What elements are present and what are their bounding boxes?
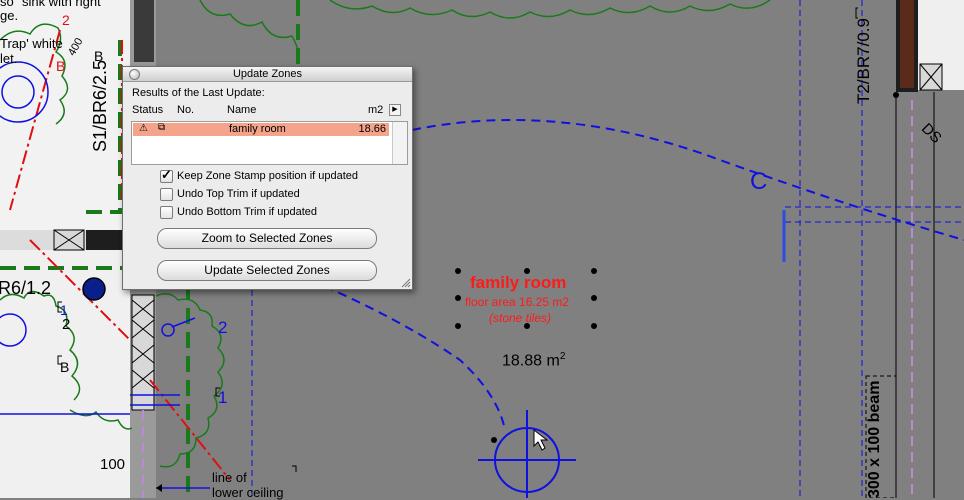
row-area: 18.66	[358, 123, 386, 135]
label-1-a: 1	[60, 302, 68, 318]
label-sink-line2: ge.	[0, 8, 19, 23]
wall-hatch-block	[131, 294, 155, 411]
column-status[interactable]: Status	[132, 104, 163, 116]
undo-bottom-trim-checkbox[interactable]	[160, 206, 173, 219]
results-label: Results of the Last Update:	[132, 87, 265, 99]
keep-stamp-label[interactable]: Keep Zone Stamp position if updated	[177, 170, 358, 182]
zone-floor-area-label: floor area 16.25 m2	[465, 295, 570, 309]
downpipe-symbol	[82, 277, 106, 301]
update-zones-dialog: Update Zones Results of the Last Update:…	[122, 66, 413, 290]
zone-stamp-icon: ⧉	[158, 122, 166, 133]
column-name[interactable]: Name	[227, 104, 256, 116]
undo-bottom-trim-label[interactable]: Undo Bottom Trim if updated	[177, 206, 317, 218]
zone-stamp-handles	[455, 92, 899, 443]
undo-top-trim-checkbox[interactable]	[160, 188, 173, 201]
label-2-a: 2	[62, 316, 71, 333]
label-beam: 300 x 100 beam	[866, 380, 883, 498]
label-b-top: B	[94, 48, 104, 64]
zone-name-label: family room	[470, 273, 567, 292]
list-scrollbar[interactable]	[392, 122, 407, 164]
row-name: family room	[229, 123, 286, 135]
column-no[interactable]: No.	[177, 104, 194, 116]
zoom-to-selected-button[interactable]: Zoom to Selected Zones	[157, 228, 377, 249]
label-ceiling-line1: line of	[212, 470, 247, 485]
label-trap-line2: let.	[0, 51, 18, 66]
checkmark-icon: ✓	[161, 167, 172, 182]
label-1-b: 1	[218, 388, 228, 407]
column-area[interactable]: m2	[368, 104, 383, 116]
label-trap-line1: Trap' white	[0, 36, 63, 51]
keep-stamp-checkbox[interactable]: ✓	[160, 167, 173, 183]
dialog-titlebar[interactable]: Update Zones	[123, 67, 412, 82]
undo-top-trim-label[interactable]: Undo Top Trim if updated	[177, 188, 300, 200]
label-dim-100: 100	[100, 456, 126, 473]
wall-right-inner	[900, 0, 914, 88]
zone-measured-area-unit: 2	[559, 351, 566, 362]
zone-measured-area-value: 18.88 m	[502, 352, 560, 370]
label-2-red: 2	[62, 12, 70, 28]
dialog-title: Update Zones	[232, 68, 303, 80]
ceiling-arrow	[156, 484, 162, 492]
door-swing-arc	[411, 119, 964, 241]
list-item[interactable]: ⚠ ⧉ family room 18.66	[133, 122, 389, 136]
zone-material-label: (stone tiles)	[489, 311, 552, 325]
close-button[interactable]	[129, 69, 140, 80]
column-menu-arrow-icon[interactable]: ▶	[389, 104, 401, 116]
label-b-left: B	[60, 359, 70, 375]
label-b-red: B	[56, 58, 66, 74]
resize-grip-icon[interactable]	[401, 278, 411, 288]
results-list[interactable]: ⚠ ⧉ family room 18.66	[131, 121, 408, 165]
warning-icon: ⚠	[139, 123, 148, 134]
label-s1br: S1/BR6/2.5	[90, 59, 110, 152]
zone-measured-area: 18.88 m2	[502, 351, 565, 370]
label-2-b: 2	[218, 318, 228, 337]
label-r6: R6/1.2	[0, 278, 52, 298]
wall-dark-top	[134, 0, 154, 62]
update-selected-button[interactable]: Update Selected Zones	[157, 260, 377, 281]
section-marker-label: C	[750, 168, 768, 195]
label-t2br: T2/BR7/0.9	[854, 18, 873, 104]
zone-origin-target	[478, 410, 576, 498]
